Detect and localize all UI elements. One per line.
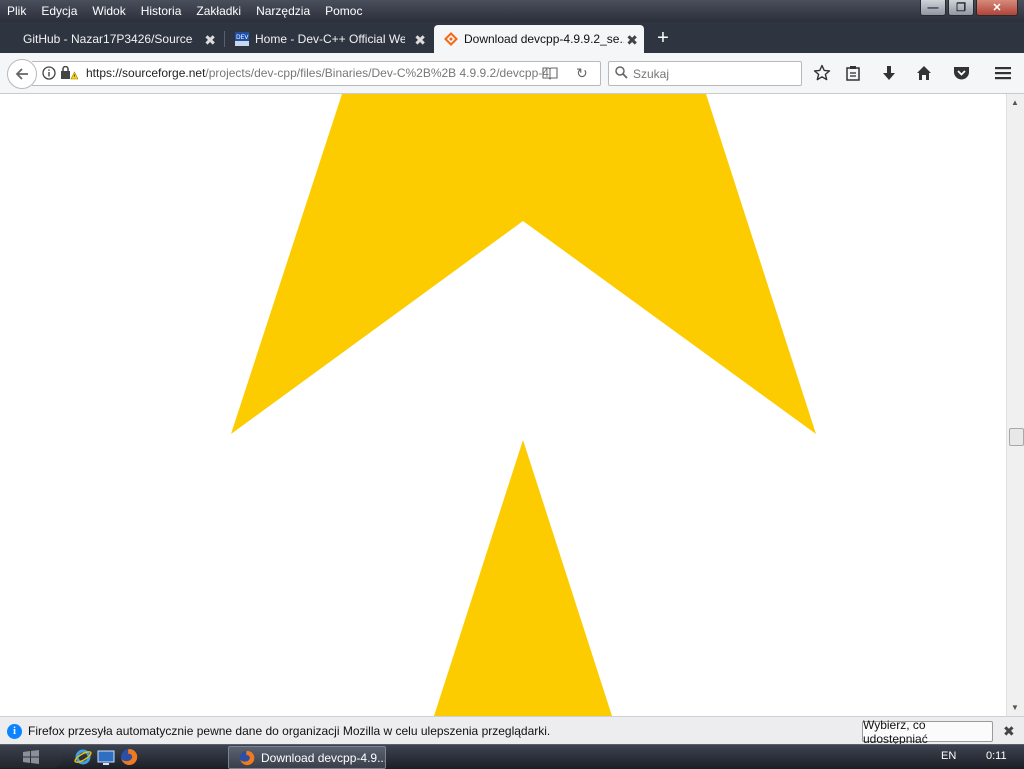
scroll-up-icon[interactable]: ▲ xyxy=(1011,98,1019,107)
url-text[interactable]: https://sourceforge.net/projects/dev-cpp… xyxy=(86,66,549,80)
reload-icon[interactable]: ↻ xyxy=(576,65,588,82)
scrollbar-thumb[interactable] xyxy=(1009,428,1024,446)
tab-github[interactable]: GitHub - Nazar17P3426/Sources: ... ✖ xyxy=(8,25,222,53)
notification-text: Firefox przesyła automatycznie pewne dan… xyxy=(28,724,551,738)
minimize-button[interactable]: — xyxy=(920,0,946,16)
menu-help[interactable]: Pomoc xyxy=(318,4,370,18)
taskbar-firefox-window[interactable]: Download devcpp-4.9.... xyxy=(228,746,386,769)
back-button[interactable] xyxy=(7,59,37,89)
taskbar: Download devcpp-4.9.... EN 0:11 xyxy=(0,744,1024,769)
pocket-icon xyxy=(953,67,969,80)
tab-strip: GitHub - Nazar17P3426/Sources: ... ✖ DEV… xyxy=(0,22,1024,53)
tab-close-icon[interactable]: ✖ xyxy=(414,32,426,49)
start-button[interactable] xyxy=(0,746,62,768)
navigation-bar: https://sourceforge.net/projects/dev-cpp… xyxy=(0,53,1024,94)
scroll-down-icon[interactable]: ▼ xyxy=(1011,703,1019,712)
home-button[interactable] xyxy=(914,63,934,83)
pocket-button[interactable] xyxy=(951,63,971,83)
restore-button[interactable]: ❐ xyxy=(948,0,974,16)
back-arrow-icon xyxy=(15,68,28,80)
url-host: https://sourceforge.net xyxy=(86,66,206,80)
close-icon[interactable]: ✖ xyxy=(1003,723,1015,740)
internet-explorer-icon[interactable] xyxy=(74,748,92,766)
menu-bar: Plik Edycja Widok Historia Zakładki Narz… xyxy=(0,0,1024,22)
choose-what-to-share-button[interactable]: Wybierz, co udostępniać xyxy=(862,718,993,746)
bookmark-star-button[interactable] xyxy=(812,63,832,83)
hamburger-menu-icon xyxy=(995,67,1011,80)
language-indicator[interactable]: EN xyxy=(941,750,956,762)
vertical-scrollbar[interactable]: ▲ ▼ xyxy=(1006,94,1024,716)
menu-bookmarks[interactable]: Zakładki xyxy=(189,4,249,18)
tab-label: Download devcpp-4.9.9.2_se... xyxy=(464,32,624,46)
menu-file[interactable]: Plik xyxy=(0,4,34,18)
svg-text:DEV: DEV xyxy=(236,34,249,41)
tab-download-active[interactable]: Download devcpp-4.9.9.2_se... ✖ xyxy=(434,25,644,53)
tab-separator xyxy=(224,31,225,47)
close-window-button[interactable]: ✕ xyxy=(976,0,1018,16)
taskbar-window-label: Download devcpp-4.9.... xyxy=(261,750,385,765)
tab-label: GitHub - Nazar17P3426/Sources: ... xyxy=(23,32,193,46)
firefox-icon[interactable] xyxy=(120,748,138,766)
tab-close-icon[interactable]: ✖ xyxy=(626,32,638,49)
sourceforge-favicon-icon xyxy=(444,32,458,46)
url-path: /projects/dev-cpp/files/Binaries/Dev-C%2… xyxy=(205,66,549,80)
search-icon xyxy=(615,66,628,79)
url-bar[interactable]: https://sourceforge.net/projects/dev-cpp… xyxy=(32,61,601,86)
close-icon: ✕ xyxy=(992,2,1002,14)
tab-devcpp-home[interactable]: DEV Home - Dev-C++ Official We... ✖ xyxy=(226,25,432,53)
restore-icon: ❐ xyxy=(956,2,966,14)
search-placeholder: Szukaj xyxy=(633,67,670,81)
devcpp-favicon-icon: DEV xyxy=(235,32,249,46)
menu-history[interactable]: Historia xyxy=(134,4,190,18)
clipboard-icon xyxy=(846,66,860,81)
tab-label: Home - Dev-C++ Official We... xyxy=(255,32,405,46)
insecure-lock-icon[interactable] xyxy=(60,66,78,80)
tab-close-icon[interactable]: ✖ xyxy=(204,32,216,49)
downloads-button[interactable] xyxy=(879,63,899,83)
menu-tools[interactable]: Narzędzia xyxy=(249,4,318,18)
show-desktop-icon[interactable] xyxy=(97,748,115,766)
new-tab-button[interactable]: + xyxy=(652,26,674,50)
info-icon: i xyxy=(7,724,22,739)
menu-button[interactable] xyxy=(993,63,1013,83)
home-icon xyxy=(917,66,931,80)
clock[interactable]: 0:11 xyxy=(986,750,1007,762)
star-icon xyxy=(813,64,831,81)
reader-view-icon[interactable] xyxy=(542,66,558,80)
search-input[interactable]: Szukaj xyxy=(608,61,802,86)
notification-bar: i Firefox przesyła automatycznie pewne d… xyxy=(0,716,1024,746)
minimize-icon: — xyxy=(927,1,939,14)
info-icon[interactable] xyxy=(42,66,56,80)
sourceforge-arrow-graphic xyxy=(231,94,816,716)
library-button[interactable] xyxy=(843,63,863,83)
windows-logo-icon xyxy=(23,750,39,764)
page-content xyxy=(0,94,1006,716)
triangle-arrow-shape xyxy=(434,440,612,716)
firefox-icon xyxy=(239,750,255,765)
download-arrow-icon xyxy=(883,66,895,80)
menu-view[interactable]: Widok xyxy=(85,4,133,18)
plus-icon: + xyxy=(657,26,669,49)
menu-edit[interactable]: Edycja xyxy=(34,4,85,18)
chevron-arrow-shape xyxy=(231,94,816,434)
